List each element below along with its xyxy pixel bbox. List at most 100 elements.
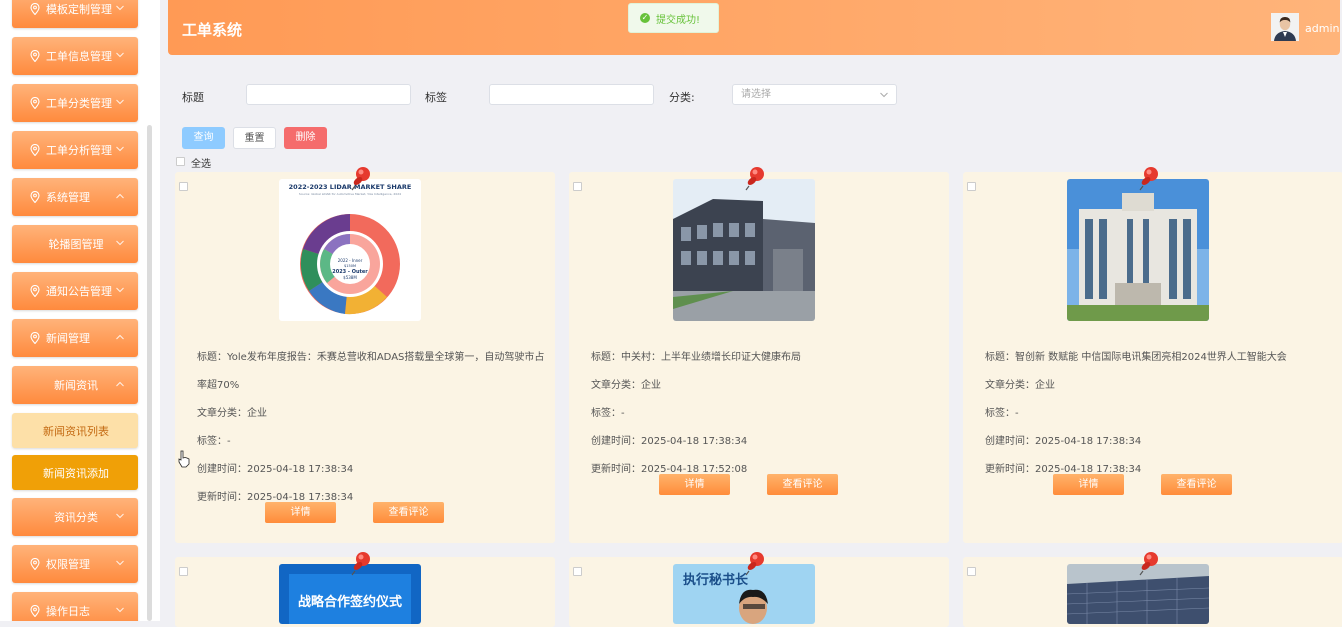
detail-button[interactable]: 详情 [1053, 474, 1124, 495]
news-card: 标题：中关村：上半年业绩增长印证大健康布局 文章分类：企业 标签：- 创建时间：202… [569, 167, 949, 543]
sidebar-item-3[interactable]: 工单分析管理 [12, 131, 138, 169]
detail-button[interactable]: 详情 [265, 502, 336, 523]
view-comments-button[interactable]: 查看评论 [373, 502, 444, 523]
sidebar-item-label: 资讯分类 [54, 511, 98, 524]
card-category: 文章分类：企业 [591, 380, 661, 391]
sidebar-item-label: 工单信息管理 [46, 50, 112, 63]
card-checkbox[interactable] [967, 567, 976, 576]
card-title: 标题：Yole发布年度报告：禾赛总营收和ADAS搭载量全球第一，自动驾驶市占 [197, 352, 545, 363]
user-name[interactable]: admin [1305, 22, 1339, 35]
location-pin-icon [30, 604, 40, 618]
sidebar-item-12[interactable]: 权限管理 [12, 545, 138, 583]
sidebar-item-13[interactable]: 操作日志 [12, 592, 138, 621]
sidebar-item-label: 新闻资讯列表 [43, 424, 109, 438]
thumb-center-bottom-value: $538M [343, 275, 357, 280]
card-updated: 更新时间：2025-04-18 17:52:08 [591, 464, 748, 475]
tag-filter-input[interactable] [489, 84, 654, 105]
chevron-down-icon [116, 51, 126, 61]
card-category: 文章分类：企业 [985, 380, 1055, 391]
office-building-photo [1067, 179, 1209, 321]
pushpin-icon [1138, 165, 1160, 191]
sidebar-item-7[interactable]: 新闻管理 [12, 319, 138, 357]
card-updated: 更新时间：2025-04-18 17:38:34 [197, 492, 354, 503]
sidebar-item-label: 工单分类管理 [46, 97, 112, 110]
card-checkbox[interactable] [573, 567, 582, 576]
card-title: 标题：智创新 数赋能 中信国际电讯集团亮相2024世界人工智能大会 [985, 352, 1287, 363]
sidebar-item-2[interactable]: 工单分类管理 [12, 84, 138, 122]
chevron-down-icon [880, 92, 888, 98]
sidebar-item-label: 操作日志 [46, 605, 90, 618]
card-tags: 标签：- [985, 408, 1019, 419]
location-pin-icon [30, 2, 40, 16]
card-checkbox[interactable] [179, 567, 188, 576]
sidebar-item-label: 新闻资讯添加 [43, 466, 109, 480]
sidebar-item-1[interactable]: 工单信息管理 [12, 37, 138, 75]
chevron-down-icon [116, 606, 126, 616]
card-created: 创建时间：2025-04-18 17:38:34 [985, 436, 1142, 447]
check-circle-icon: ✓ [640, 13, 650, 23]
card-checkbox[interactable] [967, 182, 976, 191]
pushpin-icon [350, 165, 372, 191]
app-title: 工单系统 [182, 21, 243, 39]
sidebar-item-label: 系统管理 [46, 191, 90, 204]
sidebar-item-11[interactable]: 资讯分类 [12, 498, 138, 536]
sidebar-item-5[interactable]: 轮播图管理 [12, 225, 138, 263]
sidebar-item-0[interactable]: 模板定制管理 [12, 0, 138, 28]
location-pin-icon [30, 190, 40, 204]
view-comments-button[interactable]: 查看评论 [767, 474, 838, 495]
chevron-down-icon [116, 145, 126, 155]
select-all-label: 全选 [191, 159, 211, 170]
title-filter-label: 标题 [182, 91, 204, 104]
sidebar-item-label: 通知公告管理 [46, 285, 112, 298]
thumb-banner: 执行秘书长 [683, 572, 749, 588]
chevron-up-icon [116, 380, 126, 390]
news-card: 战略合作签约仪式 [175, 552, 555, 627]
delete-button[interactable]: 删除 [284, 127, 327, 149]
card-tags: 标签：- [197, 436, 231, 447]
sidebar-scrollbar[interactable] [147, 125, 152, 621]
pushpin-icon [350, 550, 372, 576]
sidebar-item-label: 新闻管理 [46, 332, 90, 345]
pushpin-icon [1138, 550, 1160, 576]
thumb-source: Source: Global LiDAR for Automotive Mark… [299, 192, 401, 196]
sidebar-item-10[interactable]: 新闻资讯添加 [12, 455, 138, 490]
category-select[interactable]: 请选择 [732, 84, 897, 105]
news-card: 标题：智创新 数赋能 中信国际电讯集团亮相2024世界人工智能大会 文章分类：企业… [963, 167, 1342, 543]
sidebar-item-6[interactable]: 通知公告管理 [12, 272, 138, 310]
success-toast: ✓ 提交成功! [628, 3, 719, 33]
news-card: 2022-2023 LIDAR MARKET SHARE Source: Glob… [175, 167, 555, 543]
category-select-placeholder: 请选择 [741, 89, 771, 100]
sidebar-item-label: 模板定制管理 [46, 3, 112, 16]
sidebar-item-label: 轮播图管理 [48, 238, 104, 251]
sidebar-item-8[interactable]: 新闻资讯 [12, 366, 138, 404]
select-all-checkbox[interactable] [176, 157, 185, 166]
chevron-down-icon [116, 512, 126, 522]
card-created: 创建时间：2025-04-18 17:38:34 [197, 464, 354, 475]
chevron-down-icon [116, 4, 126, 14]
sidebar-item-label: 权限管理 [46, 558, 90, 571]
chevron-down-icon [116, 559, 126, 569]
sidebar-item-label: 新闻资讯 [54, 379, 98, 392]
title-filter-input[interactable] [246, 84, 411, 105]
avatar[interactable] [1271, 13, 1299, 41]
hand-cursor-icon [178, 450, 190, 468]
card-checkbox[interactable] [179, 182, 188, 191]
lidar-market-share-chart: 2022-2023 LIDAR MARKET SHARE Source: Glob… [279, 179, 421, 321]
location-pin-icon [30, 143, 40, 157]
location-pin-icon [30, 331, 40, 345]
query-button[interactable]: 查询 [182, 127, 225, 149]
news-card: 执行秘书长 [569, 552, 949, 627]
card-checkbox[interactable] [573, 182, 582, 191]
location-pin-icon [30, 557, 40, 571]
sidebar-item-4[interactable]: 系统管理 [12, 178, 138, 216]
toast-message: 提交成功! [656, 14, 701, 26]
detail-button[interactable]: 详情 [659, 474, 730, 495]
user-avatar-icon [1271, 13, 1299, 41]
view-comments-button[interactable]: 查看评论 [1161, 474, 1232, 495]
thumb-center-top-value: $150M [344, 264, 356, 268]
tag-filter-label: 标签 [425, 91, 447, 104]
news-card [963, 552, 1342, 627]
card-tags: 标签：- [591, 408, 625, 419]
reset-button[interactable]: 重置 [233, 127, 276, 149]
sidebar-item-9[interactable]: 新闻资讯列表 [12, 413, 138, 448]
